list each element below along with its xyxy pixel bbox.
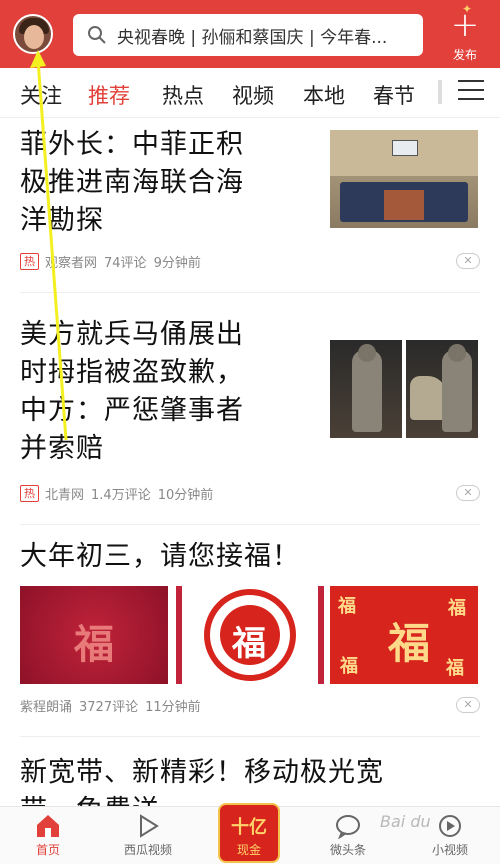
search-placeholder: 央视春晚 | 孙俪和蔡国庆 | 今年春... bbox=[117, 27, 388, 48]
dismiss-button[interactable]: ✕ bbox=[456, 697, 480, 713]
tab-video[interactable]: 视频 bbox=[232, 80, 274, 110]
plus-icon: + bbox=[450, 5, 480, 45]
article-meta: 热 观察者网 74评论 9分钟前 bbox=[20, 252, 201, 271]
nav-weitoutiao-label: 微头条 bbox=[329, 843, 366, 857]
terracotta-horse-thumbnail bbox=[406, 340, 478, 438]
article-comments: 1.4万评论 bbox=[91, 488, 151, 503]
article-title-line: 中方：严惩肇事者 bbox=[20, 395, 244, 426]
chat-bubble-icon bbox=[336, 815, 360, 839]
fu-image-2: 福 bbox=[176, 586, 324, 684]
top-header: 央视春晚 | 孙俪和蔡国庆 | 今年春... ✦ + 发布 bbox=[0, 0, 500, 68]
hot-badge: 热 bbox=[20, 485, 39, 502]
watermark: Bai du bbox=[380, 812, 431, 831]
article-title-line: 并索赔 bbox=[20, 433, 104, 464]
fu-character: 福 bbox=[232, 624, 266, 664]
article-time: 10分钟前 bbox=[157, 488, 214, 503]
nav-home-label: 首页 bbox=[35, 843, 60, 857]
nav-short-video-label: 小视频 bbox=[431, 843, 468, 857]
article-meta: 热 北青网 1.4万评论 10分钟前 bbox=[20, 484, 213, 503]
cash-big-label: 十亿 bbox=[231, 817, 267, 838]
nav-xigua-video[interactable]: 西瓜视频 bbox=[118, 811, 178, 858]
fu-character: 福 bbox=[448, 598, 466, 619]
article-title-line: 新宽带、新精彩！移动极光宽 bbox=[20, 757, 384, 788]
dismiss-button[interactable]: ✕ bbox=[456, 485, 480, 501]
article-time: 11分钟前 bbox=[145, 700, 201, 715]
tab-local[interactable]: 本地 bbox=[303, 80, 345, 110]
nav-xigua-label: 西瓜视频 bbox=[123, 843, 172, 857]
menu-icon[interactable] bbox=[458, 80, 484, 104]
play-icon bbox=[140, 814, 159, 838]
divider bbox=[20, 292, 480, 293]
conference-room-thumbnail bbox=[330, 130, 478, 228]
nav-cash[interactable]: 十亿 现金 bbox=[218, 803, 280, 863]
tab-overflow-edge bbox=[438, 80, 442, 104]
dismiss-button[interactable]: ✕ bbox=[456, 253, 480, 269]
article-title: 大年初三，请您接福！ bbox=[20, 541, 300, 572]
article-title-line: 美方就兵马俑展出 bbox=[20, 319, 244, 350]
publish-label: 发布 bbox=[452, 48, 477, 62]
article-title-line: 菲外长：中菲正积 bbox=[20, 129, 244, 160]
fu-character: 福 bbox=[338, 596, 356, 617]
fu-image-3: 福 福 福 福 福 bbox=[330, 586, 478, 684]
terracotta-warrior-thumbnail bbox=[330, 340, 402, 438]
article-meta: 紫程朗诵 3727评论 11分钟前 bbox=[20, 696, 201, 715]
tab-hot[interactable]: 热点 bbox=[162, 80, 204, 110]
article-title: 菲外长：中菲正积 极推进南海联合海 洋勘探 bbox=[20, 126, 244, 240]
home-icon bbox=[37, 815, 59, 837]
nav-weitoutiao[interactable]: 微头条 bbox=[318, 811, 378, 858]
article-source: 紫程朗诵 bbox=[20, 700, 73, 715]
article-source: 北青网 bbox=[45, 488, 85, 503]
publish-button[interactable]: + 发布 bbox=[440, 8, 490, 64]
divider bbox=[20, 736, 480, 737]
search-icon bbox=[88, 26, 106, 44]
short-video-icon bbox=[439, 815, 461, 837]
article-comments: 74评论 bbox=[104, 256, 147, 271]
divider bbox=[20, 524, 480, 525]
cash-label: 现金 bbox=[236, 843, 261, 857]
fu-character: 福 bbox=[446, 658, 464, 679]
article-title-line: 洋勘探 bbox=[20, 205, 104, 236]
fu-character: 福 bbox=[74, 621, 114, 668]
nav-home[interactable]: 首页 bbox=[18, 811, 78, 858]
tab-recommend[interactable]: 推荐 bbox=[88, 80, 130, 110]
channel-tabs: 关注 推荐 热点 视频 本地 春节 bbox=[0, 68, 500, 118]
avatar-face bbox=[24, 25, 44, 49]
hot-badge: 热 bbox=[20, 253, 39, 270]
article-time: 9分钟前 bbox=[153, 256, 201, 271]
article-title: 美方就兵马俑展出 时拇指被盗致歉， 中方：严惩肇事者 并索赔 bbox=[20, 316, 244, 468]
user-avatar[interactable] bbox=[13, 14, 53, 54]
fu-image-1: 福 bbox=[20, 586, 168, 684]
tab-follow[interactable]: 关注 bbox=[20, 80, 62, 110]
tab-spring-festival[interactable]: 春节 bbox=[373, 80, 415, 110]
fu-character: 福 bbox=[388, 619, 431, 668]
article-title-line: 时拇指被盗致歉， bbox=[20, 357, 244, 388]
search-bar[interactable]: 央视春晚 | 孙俪和蔡国庆 | 今年春... bbox=[73, 14, 423, 56]
article-title-line: 极推进南海联合海 bbox=[20, 167, 244, 198]
article-comments: 3727评论 bbox=[79, 700, 139, 715]
article-source: 观察者网 bbox=[45, 256, 98, 271]
fu-character: 福 bbox=[340, 656, 358, 677]
